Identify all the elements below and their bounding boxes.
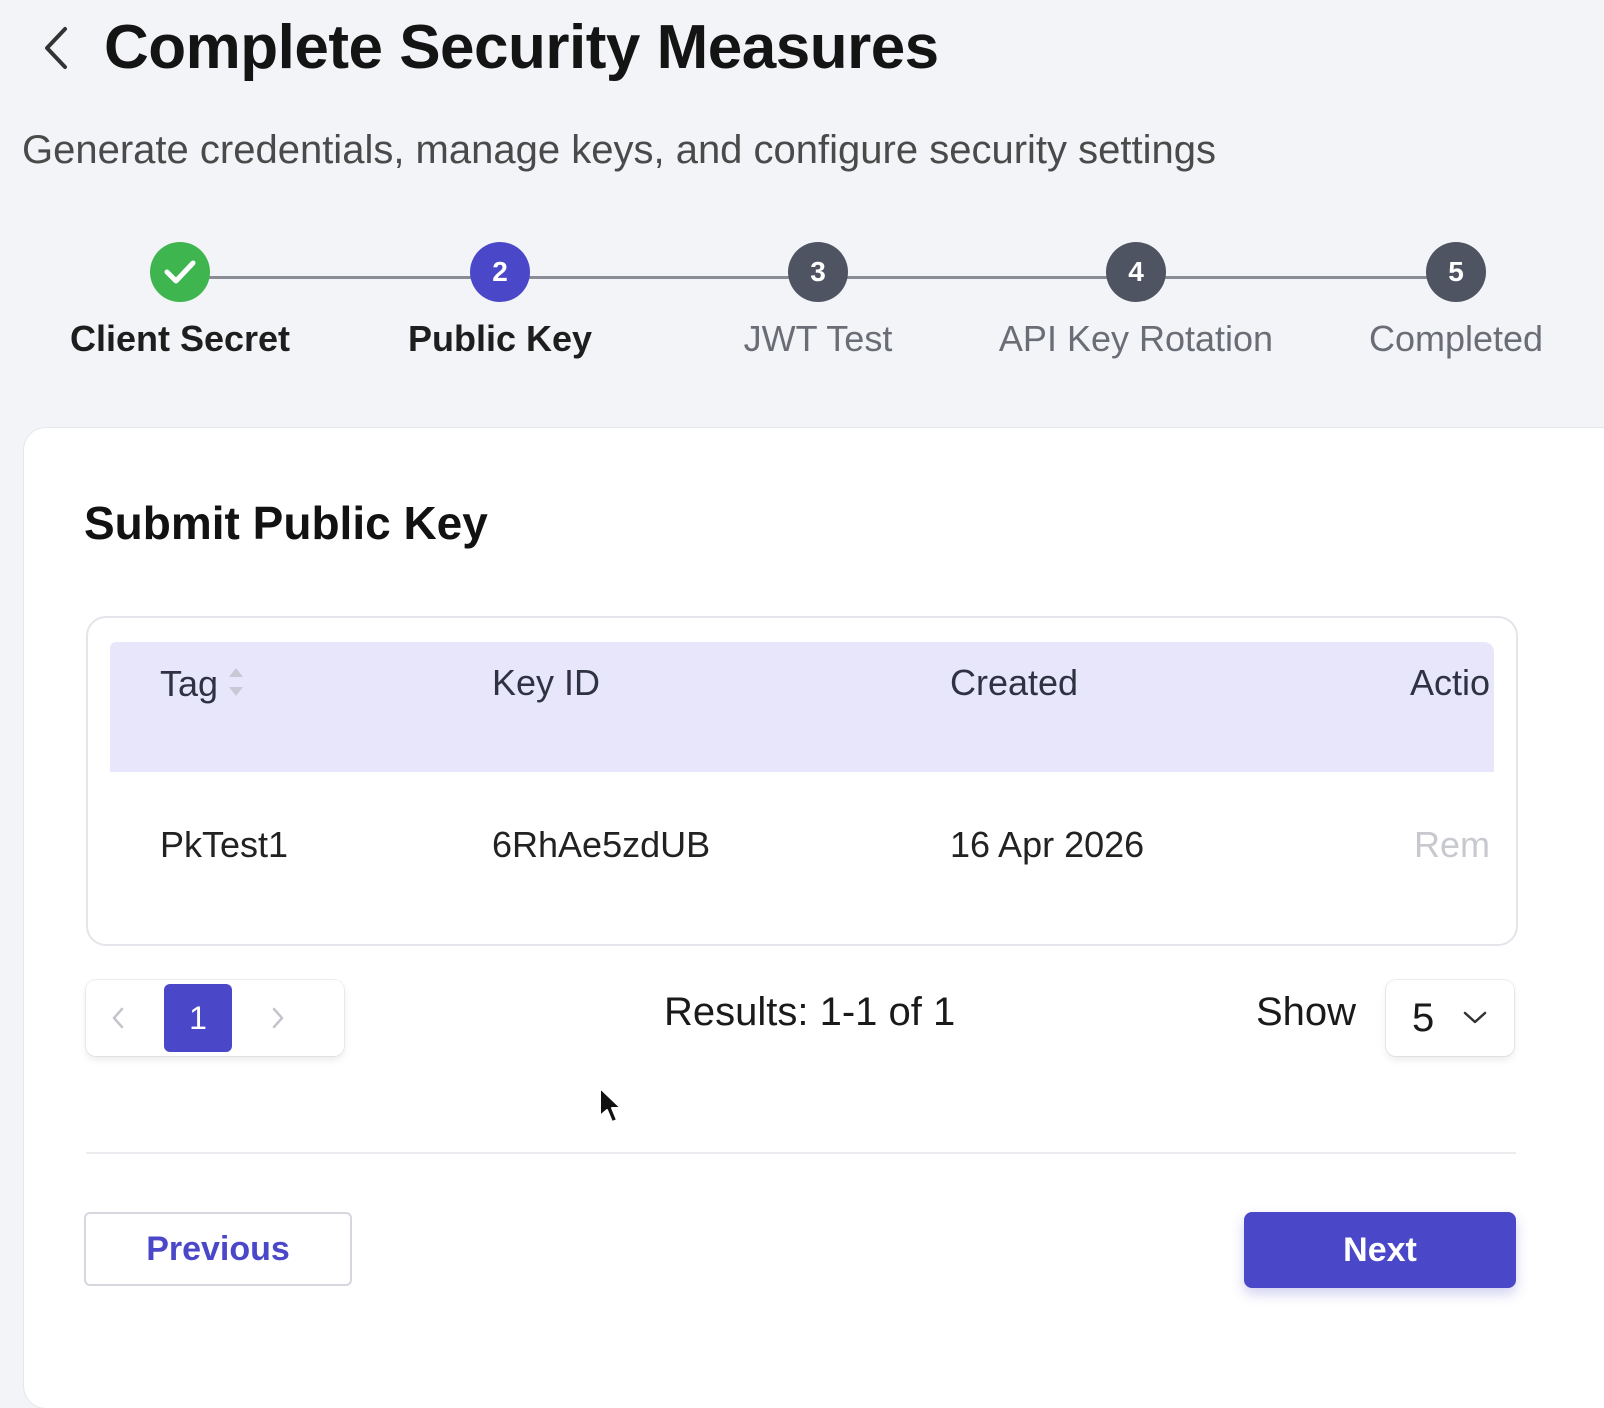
page-header: Complete Security Measures (28, 12, 939, 83)
card-title: Submit Public Key (84, 497, 488, 549)
step-label: API Key Rotation (998, 318, 1274, 359)
results-count: Results: 1-1 of 1 (664, 990, 956, 1034)
column-header-action: Actio (1410, 662, 1491, 703)
chevron-right-icon[interactable] (246, 983, 310, 1053)
step-label: Public Key (407, 318, 593, 359)
column-header-created: Created (950, 662, 1079, 703)
step-label: Client Secret (69, 318, 291, 359)
page-size-select[interactable]: 5 (1386, 980, 1514, 1056)
step-number: 5 (1426, 242, 1486, 302)
progress-stepper: Client Secret 2 Public Key 3 JWT Test 4 … (0, 242, 1604, 372)
check-icon (150, 242, 210, 302)
cell-created: 16 Apr 2026 (950, 824, 1145, 865)
step-label: Completed (1368, 318, 1544, 359)
cell-tag: PkTest1 (160, 824, 289, 865)
page-button[interactable]: 1 (164, 984, 232, 1052)
page-size-label: Show (1256, 990, 1357, 1034)
table-header (110, 642, 1494, 772)
remove-action-link[interactable]: Rem (1414, 824, 1492, 866)
page-subtitle: Generate credentials, manage keys, and c… (22, 128, 1216, 172)
previous-button[interactable]: Previous (84, 1212, 352, 1286)
public-keys-table: Tag Key ID Created Actio PkTest1 6RhAe5z… (86, 616, 1518, 946)
pagination: 1 (86, 980, 344, 1056)
back-chevron-icon[interactable] (28, 13, 84, 83)
page-title: Complete Security Measures (104, 13, 939, 82)
step-jwt-test: 3 JWT Test (638, 242, 998, 360)
chevron-left-icon[interactable] (86, 983, 150, 1053)
cell-key-id: 6RhAe5zdUB (492, 824, 711, 865)
step-number: 2 (470, 242, 530, 302)
step-api-key-rotation: 4 API Key Rotation (956, 242, 1316, 360)
step-completed: 5 Completed (1276, 242, 1604, 360)
step-label: JWT Test (743, 318, 893, 359)
divider (86, 1152, 1516, 1154)
step-public-key: 2 Public Key (320, 242, 680, 360)
column-header-label: Tag (160, 663, 219, 705)
sort-icon[interactable] (226, 662, 246, 711)
step-number: 4 (1106, 242, 1166, 302)
column-header-tag[interactable]: Tag (160, 662, 246, 711)
submit-public-key-card: Submit Public Key Tag Key ID Created Act… (24, 428, 1604, 1408)
page-size-value: 5 (1412, 995, 1435, 1040)
column-header-key-id: Key ID (492, 662, 601, 703)
step-number: 3 (788, 242, 848, 302)
next-button[interactable]: Next (1244, 1212, 1516, 1288)
chevron-down-icon (1462, 1010, 1488, 1026)
mouse-cursor-icon (598, 1086, 624, 1131)
step-client-secret: Client Secret (0, 242, 360, 360)
